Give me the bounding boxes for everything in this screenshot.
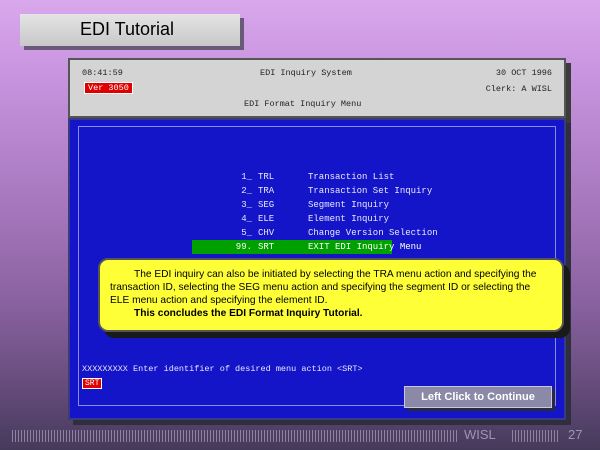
menu-action-prompt: XXXXXXXXX Enter identifier of desired me… [82, 364, 363, 374]
version-badge: Ver 3050 [84, 82, 133, 94]
page-number: 27 [568, 427, 583, 442]
menu-item-code: TRA [258, 186, 275, 196]
tutorial-title: EDI Tutorial [80, 19, 175, 39]
menu-item-code: SEG [258, 200, 275, 210]
menu-item-number: 5_ [241, 228, 252, 238]
menu-item-number: 1_ [241, 172, 252, 182]
callout-conclusion: This concludes the EDI Format Inquiry Tu… [134, 308, 363, 319]
menu-item-label: Segment Inquiry [308, 200, 390, 210]
menu-item-ele[interactable]: 4_ ELE Element Inquiry [192, 212, 438, 226]
header-clerk: Clerk: A WISL [485, 84, 552, 94]
tutorial-callout: The EDI inquiry can also be initiated by… [98, 258, 564, 332]
menu-item-label: Transaction Set Inquiry [308, 186, 433, 196]
menu-item-label: EXIT EDI Inquiry Menu [308, 242, 422, 252]
menu-item-tra[interactable]: 2_ TRA Transaction Set Inquiry [192, 184, 438, 198]
callout-paragraph: The EDI inquiry can also be initiated by… [110, 269, 537, 306]
menu-title: EDI Format Inquiry Menu [244, 99, 362, 109]
title-banner: EDI Tutorial [20, 14, 240, 46]
menu-item-number: 2_ [241, 186, 252, 196]
menu-item-number: 3_ [241, 200, 252, 210]
menu-item-seg[interactable]: 3_ SEG Segment Inquiry [192, 198, 438, 212]
menu-item-label: Element Inquiry [308, 214, 390, 224]
menu-item-trl[interactable]: 1_ TRL Transaction List [192, 170, 438, 184]
header-date: 30 OCT 1996 [495, 68, 552, 78]
menu-item-code: TRL [258, 172, 275, 182]
terminal-header: 08:41:59 EDI Inquiry System 30 OCT 1996 … [68, 58, 566, 118]
menu-item-label: Change Version Selection [308, 228, 438, 238]
menu-action-input[interactable]: SRT [82, 378, 103, 389]
menu-item-label: Transaction List [308, 172, 395, 182]
footer-brand: WISL [464, 427, 496, 442]
menu-item-number: 99. [235, 242, 252, 252]
footer-decoration-right [512, 430, 560, 442]
header-system-name: EDI Inquiry System [260, 68, 352, 78]
menu-item-code: SRT [258, 242, 275, 252]
header-time: 08:41:59 [82, 68, 123, 78]
menu-item-srt-selected[interactable]: 99. SRT EXIT EDI Inquiry Menu [192, 240, 421, 254]
menu-list: 1_ TRL Transaction List 2_ TRA Transaction S… [192, 170, 438, 254]
footer-decoration-left [12, 430, 457, 442]
continue-button[interactable]: Left Click to Continue [404, 386, 552, 408]
menu-item-number: 4_ [241, 214, 252, 224]
menu-item-code: ELE [258, 214, 275, 224]
menu-item-chv[interactable]: 5_ CHV Change Version Selection [192, 226, 438, 240]
menu-item-code: CHV [258, 228, 275, 238]
